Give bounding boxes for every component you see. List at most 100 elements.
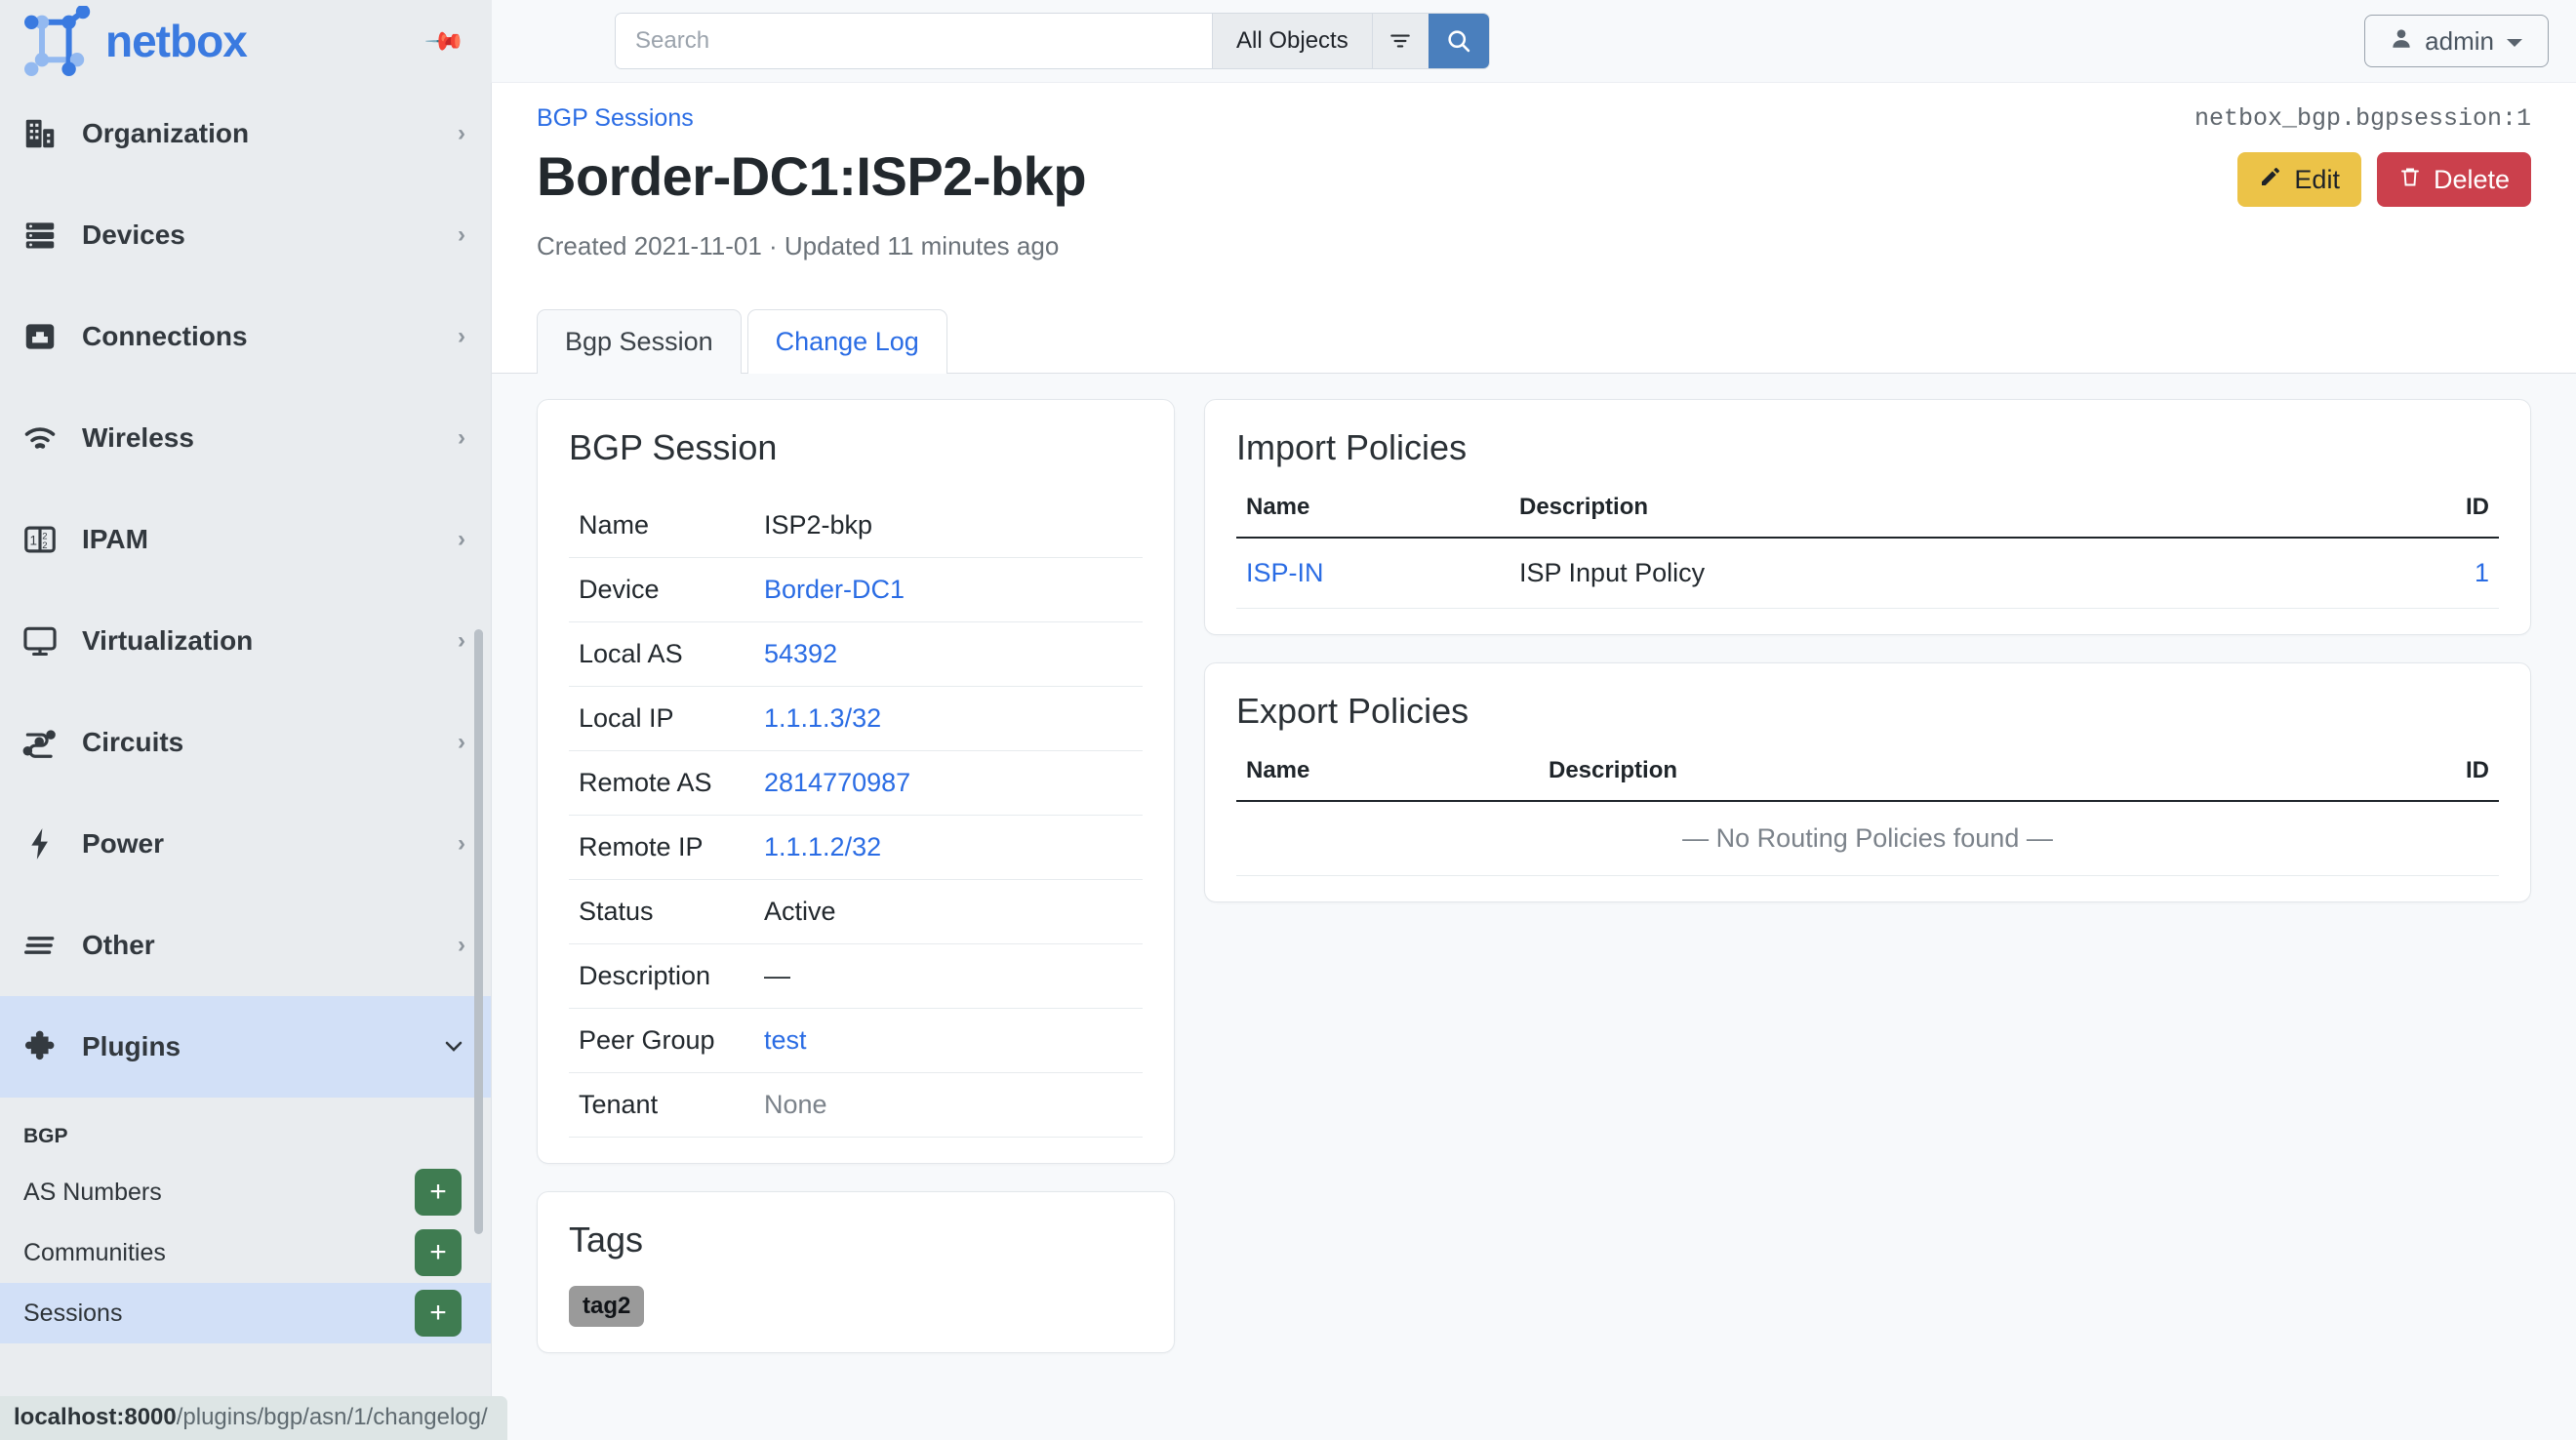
filter-icon[interactable]	[1371, 14, 1429, 68]
row-value: Border-DC1	[754, 557, 1143, 622]
search-scope-select[interactable]: All Objects	[1212, 14, 1372, 68]
sidebar-item-wireless[interactable]: Wireless ›	[0, 387, 491, 489]
sidebar-item-power[interactable]: Power ›	[0, 793, 491, 895]
sidebar-subitem-label: Communities	[23, 1238, 166, 1266]
add-as-number-button[interactable]: +	[415, 1169, 462, 1216]
sidebar-item-label: Virtualization	[82, 625, 254, 656]
remote-as-link[interactable]: 2814770987	[764, 768, 910, 797]
sidebar-item-sessions[interactable]: Sessions +	[0, 1283, 491, 1343]
remote-ip-link[interactable]: 1.1.1.2/32	[764, 832, 881, 861]
sidebar-subitem-label: Sessions	[23, 1299, 123, 1327]
devices-icon	[20, 215, 60, 256]
search-scope-label: All Objects	[1236, 27, 1348, 54]
import-policies-card: Import Policies Name Description ID ISP-…	[1204, 399, 2531, 635]
main-content: BGP Sessions netbox_bgp.bgpsession:1 Bor…	[492, 83, 2576, 1440]
chevron-right-icon: ›	[458, 424, 465, 451]
column-header-name: Name	[1236, 757, 1539, 802]
chevron-right-icon: ›	[458, 120, 465, 146]
sidebar-item-label: Other	[82, 930, 155, 960]
policy-name-link[interactable]: ISP-IN	[1246, 558, 1324, 587]
bgp-session-table: Name ISP2-bkp Device Border-DC1 Local AS…	[569, 494, 1143, 1138]
row-value: ISP2-bkp	[754, 494, 1143, 558]
empty-state-row: — No Routing Policies found —	[1236, 801, 2499, 876]
row-value: —	[754, 943, 1143, 1009]
breadcrumb[interactable]: BGP Sessions	[537, 104, 694, 133]
tab-bgp-session[interactable]: Bgp Session	[537, 309, 742, 374]
column-header-id: ID	[2372, 757, 2499, 802]
tag-badge[interactable]: tag2	[569, 1286, 645, 1327]
sidebar-item-communities[interactable]: Communities +	[0, 1222, 491, 1283]
row-key: Peer Group	[569, 1008, 754, 1073]
status-bar-url: localhost:8000/plugins/bgp/asn/1/changel…	[0, 1396, 507, 1440]
chevron-right-icon: ›	[458, 323, 465, 349]
delete-button[interactable]: Delete	[2376, 152, 2531, 207]
chevron-down-icon	[442, 1033, 465, 1060]
brand-name: netbox	[105, 16, 248, 66]
column-header-description: Description	[1539, 757, 2372, 802]
user-menu-button[interactable]: admin	[2364, 15, 2549, 67]
sidebar-item-label: Organization	[82, 118, 250, 148]
sidebar-item-ipam[interactable]: 1 2 2 IPAM ›	[0, 489, 491, 590]
sidebar-scrollbar-thumb[interactable]	[474, 629, 483, 1234]
add-community-button[interactable]: +	[415, 1229, 462, 1276]
add-session-button[interactable]: +	[415, 1290, 462, 1337]
card-title: Import Policies	[1236, 427, 1468, 467]
peer-group-link[interactable]: test	[764, 1025, 807, 1055]
netbox-logo-icon	[21, 4, 98, 76]
tab-change-log[interactable]: Change Log	[746, 309, 947, 374]
table-row: Local AS 54392	[569, 621, 1143, 687]
device-link[interactable]: Border-DC1	[764, 575, 905, 604]
plugins-icon	[20, 1026, 60, 1067]
search-bar: All Objects	[615, 13, 1490, 69]
circuits-icon	[20, 722, 60, 763]
sidebar-item-plugins[interactable]: Plugins	[0, 996, 491, 1098]
power-icon	[20, 823, 60, 864]
row-value: test	[754, 1008, 1143, 1073]
page-header: BGP Sessions netbox_bgp.bgpsession:1 Bor…	[492, 83, 2576, 261]
sidebar-item-other[interactable]: Other ›	[0, 895, 491, 996]
pencil-icon	[2259, 165, 2282, 195]
tab-label: Change Log	[775, 327, 919, 356]
chevron-right-icon: ›	[458, 526, 465, 552]
empty-state-text: — No Routing Policies found —	[1236, 801, 2499, 876]
sidebar-item-label: Circuits	[82, 727, 184, 757]
row-value: 54392	[754, 621, 1143, 687]
sidebar-item-connections[interactable]: Connections ›	[0, 286, 491, 387]
sidebar-item-virtualization[interactable]: Virtualization ›	[0, 590, 491, 692]
search-input[interactable]	[616, 14, 1212, 68]
local-ip-link[interactable]: 1.1.1.3/32	[764, 703, 881, 733]
chevron-down-icon	[2505, 26, 2524, 57]
sidebar-item-devices[interactable]: Devices ›	[0, 184, 491, 286]
table-row: Description —	[569, 943, 1143, 1009]
policy-id-link[interactable]: 1	[2475, 558, 2489, 587]
sidebar-item-label: Devices	[82, 220, 185, 250]
table-row: Local IP 1.1.1.3/32	[569, 686, 1143, 751]
edit-button[interactable]: Edit	[2237, 152, 2361, 207]
row-value: None	[754, 1072, 1143, 1138]
import-policies-table: Name Description ID ISP-IN ISP Input Pol…	[1236, 494, 2499, 609]
left-column: BGP Session Name ISP2-bkp Device Border-…	[537, 399, 1175, 1440]
tab-bar: Bgp Session Change Log	[492, 308, 2576, 374]
page-title: Border-DC1:ISP2-bkp	[537, 145, 1087, 207]
sidebar-item-organization[interactable]: Organization ›	[0, 83, 491, 184]
sidebar-item-as-numbers[interactable]: AS Numbers +	[0, 1162, 491, 1222]
local-as-link[interactable]: 54392	[764, 639, 837, 668]
sidebar-item-label: IPAM	[82, 524, 148, 554]
pin-icon[interactable]: 📌	[423, 20, 466, 63]
sidebar-section-bgp: BGP	[23, 1125, 68, 1147]
chevron-right-icon: ›	[458, 221, 465, 248]
table-row: Device Border-DC1	[569, 557, 1143, 622]
chevron-right-icon: ›	[458, 932, 465, 958]
sidebar-item-label: Plugins	[82, 1031, 181, 1061]
row-value: 1.1.1.2/32	[754, 815, 1143, 880]
sidebar-subitem-label: AS Numbers	[23, 1178, 162, 1206]
table-row: Remote AS 2814770987	[569, 750, 1143, 816]
svg-text:2: 2	[42, 540, 47, 551]
ipam-icon: 1 2 2	[20, 519, 60, 560]
row-value: 2814770987	[754, 750, 1143, 816]
sidebar-item-circuits[interactable]: Circuits ›	[0, 692, 491, 793]
status-value: Active	[754, 879, 1143, 944]
card-title: BGP Session	[569, 427, 778, 467]
sidebar-scrollbar[interactable]	[474, 83, 487, 1440]
search-submit-button[interactable]	[1428, 14, 1489, 68]
